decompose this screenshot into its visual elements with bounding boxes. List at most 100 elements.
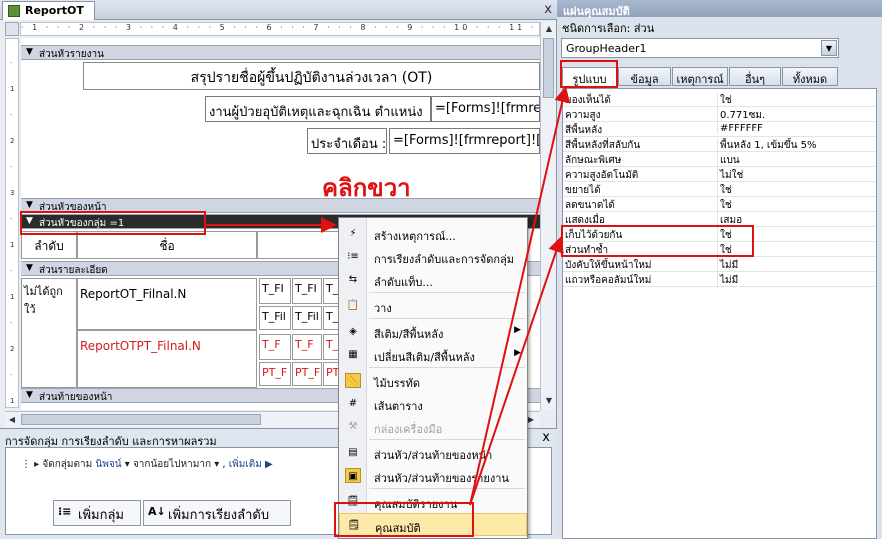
subtitle-label[interactable]: งานผู้ป่วยอุบัติเหตุและฉุกเฉิน ตำแหน่ง [205, 96, 431, 122]
menu-item-toolbox: ⚒ กล่องเครื่องมือ [339, 415, 527, 438]
property-row[interactable]: ความสูงอัตโนมัติ ไม่ใช่ [563, 167, 876, 183]
chevron-down-icon[interactable]: ▼ [821, 40, 837, 56]
section-arrow-icon: ▼ [26, 200, 33, 210]
close-group-pane-icon[interactable]: x [542, 430, 550, 445]
tab-event[interactable]: เหตุการณ์ [672, 67, 728, 86]
object-selector-value: GroupHeader1 [566, 42, 647, 55]
menu-item-label: สีเติม/สีพื้นหลัง [374, 328, 444, 341]
month-label[interactable]: ประจำเดือน : [307, 128, 387, 154]
property-row[interactable]: บังคับให้ขึ้นหน้าใหม่ ไม่มี [563, 257, 876, 273]
vertical-ruler-tick: · [10, 111, 13, 119]
document-tab-reportot[interactable]: ReportOT [2, 1, 95, 20]
detail-pt-field[interactable]: T_F [292, 334, 322, 360]
vertical-ruler: · 1 · 2 · 3 · 1 · 1 · 2 · 1 [5, 38, 19, 408]
detail-t-field[interactable]: T_Fil [259, 306, 291, 330]
detail-seq-textbox[interactable]: ไม่ได้ถูกใว้ [21, 278, 77, 388]
context-menu: ⚡ สร้างเหตุการณ์... ⁝≡ การเรียงลำดับและการ… [338, 217, 528, 539]
horizontal-ruler: · 1 · · · 2 · · · 3 · · · 4 · · · 5 · · … [20, 22, 540, 36]
more-options-link[interactable]: เพิ่มเติม ▶ [229, 459, 273, 470]
vertical-ruler-tick: · [10, 267, 13, 275]
add-group-icon: ⁝≡ [58, 505, 72, 518]
sort-order-dropdown[interactable]: จากน้อยไปหามาก [133, 459, 211, 470]
property-row[interactable]: สีพื้นหลัง #FFFFFF [563, 122, 876, 137]
menu-item-sort-group[interactable]: ⁝≡ การเรียงลำดับและการจัดกลุ่ม [339, 245, 527, 268]
tab-other[interactable]: อื่นๆ [729, 67, 781, 86]
menu-item-report-header-footer[interactable]: ▣ ส่วนหัว/ส่วนท้ายของรายงาน [339, 464, 527, 487]
group-col-blank[interactable] [257, 231, 347, 259]
tab-all[interactable]: ทั้งหมด [782, 67, 838, 86]
group-field-dropdown[interactable]: นิพจน์ [95, 459, 121, 470]
highlight-group-header [20, 211, 206, 235]
menu-item-tab-order[interactable]: ⇆ ลำดับแท็บ... [339, 268, 527, 291]
detail-pt-field[interactable]: PT_F [292, 362, 322, 386]
detail-t-field[interactable]: T_Fil [292, 306, 322, 330]
select-report-box[interactable] [5, 22, 19, 36]
detail-name-textbox-2[interactable]: ReportOTPT_Filnal.N [77, 330, 257, 388]
property-name: มองเห็นได้ [565, 95, 611, 106]
menu-item-ruler[interactable]: 📏 ไม้บรรทัด [339, 369, 527, 392]
menu-item-build-event[interactable]: ⚡ สร้างเหตุการณ์... [339, 222, 527, 245]
dropdown-arrow-icon: ▾ [124, 459, 133, 470]
section-bar-report-header[interactable]: ▼ ส่วนหัวรายงาน [21, 45, 540, 60]
menu-separator [369, 367, 525, 368]
menu-item-fill-color[interactable]: ◈ สีเติม/สีพื้นหลัง ▶ [339, 320, 527, 343]
property-value[interactable]: แบน [717, 153, 875, 168]
property-row[interactable]: ลักษณะพิเศษ แบน [563, 152, 876, 168]
close-document-icon[interactable]: x [544, 2, 552, 17]
object-selector-combobox[interactable]: GroupHeader1 ▼ [561, 38, 839, 58]
group-col-seq-label[interactable]: ลำดับ [21, 231, 77, 259]
property-value[interactable]: ใช่ [717, 183, 875, 198]
group-by-line[interactable]: ⋮ ▸ จัดกลุ่มตาม นิพจน์ ▾ จากน้อยไปหามาก … [21, 457, 273, 472]
menu-item-paste[interactable]: 📋 วาง [339, 294, 527, 317]
property-row[interactable]: มองเห็นได้ ใช่ [563, 92, 876, 108]
add-group-button[interactable]: ⁝≡ เพิ่มกลุ่ม [53, 500, 141, 526]
property-row[interactable]: ความสูง 0.771ซม. [563, 107, 876, 123]
property-value[interactable]: 0.771ซม. [717, 108, 875, 123]
scroll-thumb[interactable] [21, 414, 261, 425]
property-row[interactable]: สีพื้นหลังที่สลับกัน พื้นหลัง 1, เข้มขึ้น… [563, 137, 876, 153]
menu-item-label: การเรียงลำดับและการจัดกลุ่ม [374, 253, 514, 266]
detail-t-field[interactable]: T_FI [292, 278, 322, 304]
report-title-label[interactable]: สรุปรายชื่อผู้ขึ้นปฏิบัติงานล่วงเวลา (OT… [83, 62, 540, 90]
vertical-ruler-tick: 3 [10, 189, 15, 197]
tab-data[interactable]: ข้อมูล [618, 67, 671, 86]
menu-item-label: สร้างเหตุการณ์... [374, 230, 456, 243]
detail-pt-field[interactable]: T_F [259, 334, 291, 360]
add-sort-button[interactable]: A↓ เพิ่มการเรียงลำดับ [143, 500, 291, 526]
property-value[interactable]: ใช่ [717, 93, 875, 108]
property-value[interactable]: พื้นหลัง 1, เข้มขึ้น 5% [717, 138, 875, 153]
page-header-icon: ▤ [348, 447, 358, 458]
property-name: ลักษณะพิเศษ [565, 155, 622, 166]
property-value[interactable]: ใช่ [717, 198, 875, 213]
scroll-down-icon[interactable]: ▼ [542, 394, 556, 408]
property-row[interactable]: แถวหรือคอลัมน์ใหม่ ไม่มี [563, 272, 876, 288]
property-value[interactable]: #FFFFFF [717, 123, 875, 134]
submenu-arrow-icon: ▶ [514, 325, 521, 335]
property-value[interactable]: ไม่มี [717, 273, 875, 288]
vertical-scrollbar[interactable]: ▲ ▼ [540, 22, 556, 410]
menu-item-label: ส่วนหัว/ส่วนท้ายของหน้า [374, 449, 493, 462]
add-group-label: เพิ่มกลุ่ม [78, 508, 124, 523]
property-row[interactable]: ขยายได้ ใช่ [563, 182, 876, 198]
menu-item-label: ลำดับแท็บ... [374, 276, 433, 289]
month-field-textbox[interactable]: =[Forms]![frmreport]![ [389, 128, 540, 154]
menu-item-alt-fill-color[interactable]: ▦ เปลี่ยนสีเติม/สีพื้นหลัง ▶ [339, 343, 527, 366]
detail-name-textbox-1[interactable]: ReportOT_Filnal.N [77, 278, 257, 330]
position-field-textbox[interactable]: =[Forms]![frmre [431, 96, 540, 122]
property-row[interactable]: ลดขนาดได้ ใช่ [563, 197, 876, 213]
property-value[interactable]: ไม่มี [717, 258, 875, 273]
vertical-ruler-tick: 1 [10, 397, 15, 405]
scroll-thumb[interactable] [543, 38, 554, 98]
menu-item-grid[interactable]: # เส้นตาราง [339, 392, 527, 415]
menu-item-page-header-footer[interactable]: ▤ ส่วนหัว/ส่วนท้ายของหน้า [339, 441, 527, 464]
detail-pt-field[interactable]: PT_F [259, 362, 291, 386]
group-col-name-label[interactable]: ชื่อ [77, 231, 257, 259]
scroll-left-icon[interactable]: ◀ [5, 413, 19, 427]
vertical-ruler-tick: 1 [10, 85, 15, 93]
property-sheet-title: แผ่นคุณสมบัติ [557, 0, 882, 18]
property-value[interactable]: ไม่ใช่ [717, 168, 875, 183]
tab-order-icon: ⇆ [348, 274, 358, 285]
detail-t-field[interactable]: T_FI [259, 278, 291, 304]
fill-color-icon: ◈ [349, 326, 357, 337]
scroll-up-icon[interactable]: ▲ [542, 22, 556, 36]
